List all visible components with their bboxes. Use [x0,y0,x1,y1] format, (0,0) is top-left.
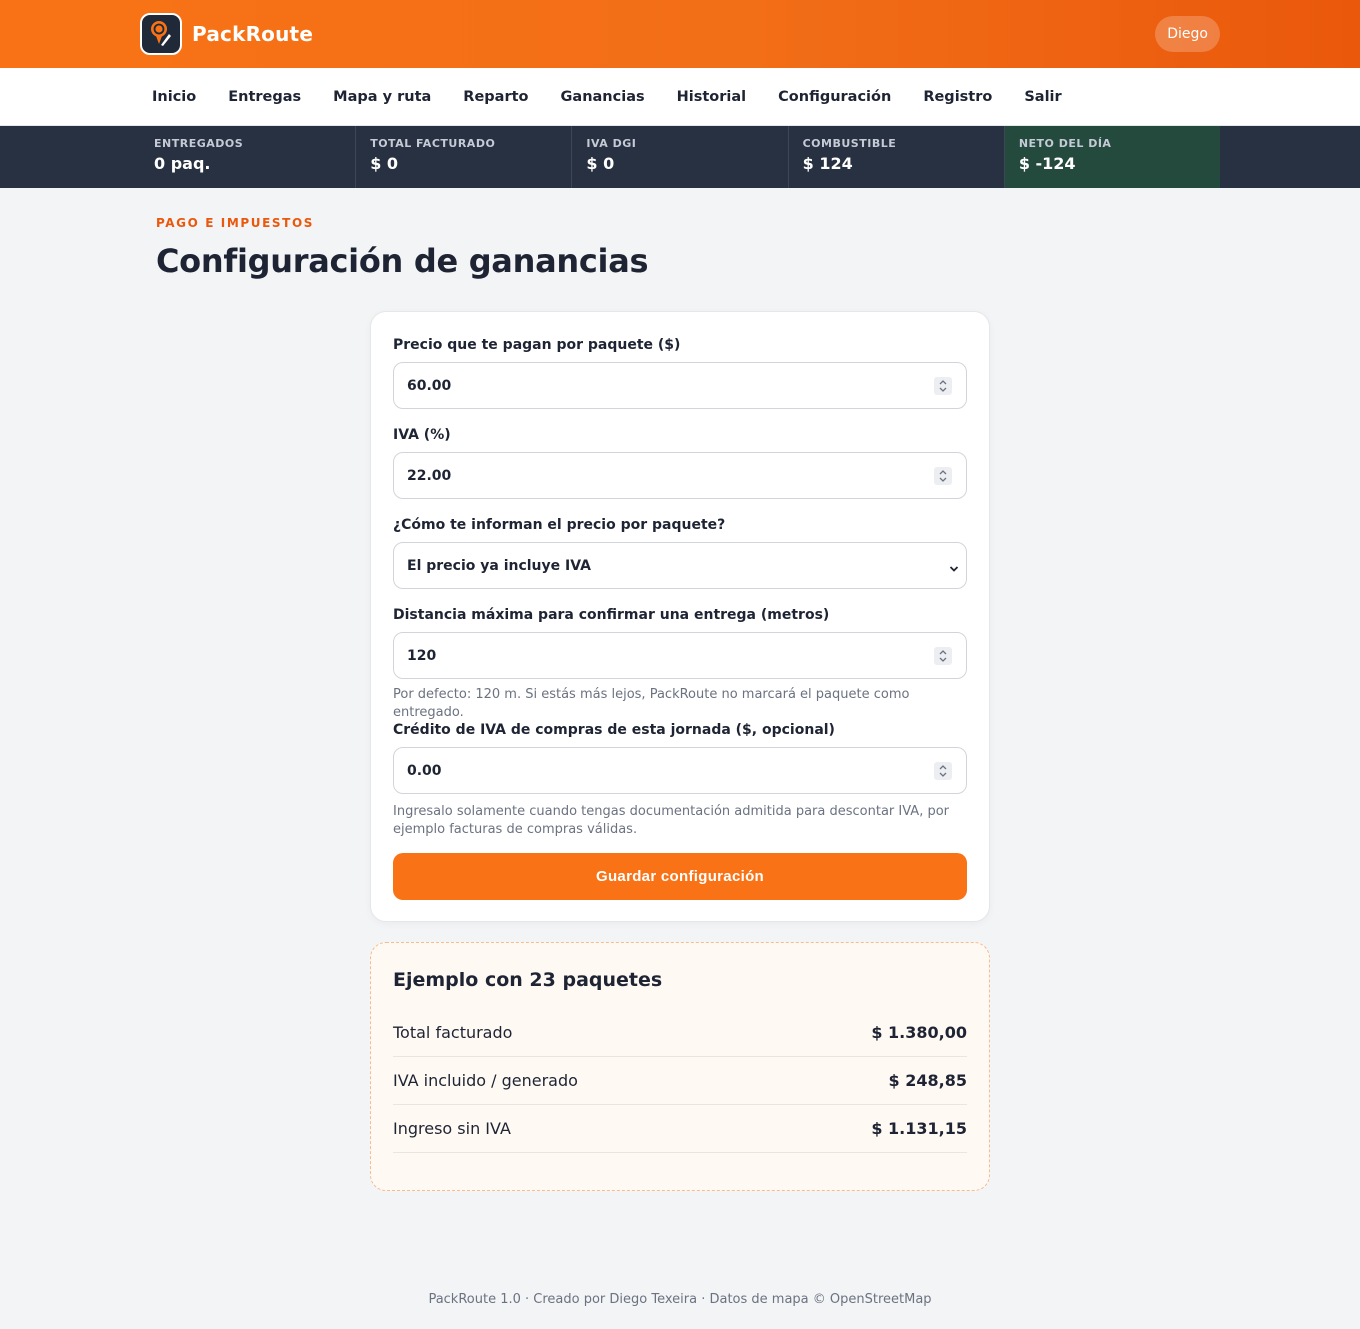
stat-label: IVA DGI [586,137,637,150]
nav-item-salir[interactable]: Salir [1024,89,1061,105]
page-eyebrow: PAGO E IMPUESTOS [156,216,314,230]
stat-value: $ -124 [1018,154,1076,173]
top-header: PackRoute Diego [0,0,1360,68]
nav-item-entregas[interactable]: Entregas [228,89,301,105]
credit-hint: Ingresalo solamente cuando tengas docume… [393,804,950,837]
number-spinner-icon[interactable] [934,762,952,780]
distance-input[interactable]: 120 [393,632,967,679]
distance-label: Distancia máxima para confirmar una entr… [393,607,830,623]
example-row-label: Total facturado [393,1023,513,1042]
example-row-value: $ 248,85 [888,1071,967,1090]
stat-label: TOTAL FACTURADO [370,137,496,150]
stats-bar: ENTREGADOS 0 paq. TOTAL FACTURADO $ 0 IV… [0,126,1360,188]
price-mode-label: ¿Cómo te informan el precio por paquete? [393,517,726,533]
nav-item-registro[interactable]: Registro [923,89,992,105]
stat-value: $ 0 [586,154,615,173]
distance-value: 120 [407,647,437,664]
example-row-total-facturado: Total facturado $ 1.380,00 [393,1009,967,1057]
brand[interactable]: PackRoute [140,13,313,55]
stat-combustible: COMBUSTIBLE $ 124 [789,126,1005,188]
price-label: Precio que te pagan por paquete ($) [393,337,681,353]
stat-neto-del-dia: NETO DEL DÍA $ -124 [1004,126,1221,188]
credit-input[interactable]: 0.00 [393,747,967,794]
example-row-label: IVA incluido / generado [393,1071,578,1090]
example-row-value: $ 1.131,15 [871,1119,967,1138]
stat-entregados: ENTREGADOS 0 paq. [140,126,357,188]
credit-label: Crédito de IVA de compras de esta jornad… [393,722,835,738]
iva-value: 22.00 [407,467,452,484]
settings-form-card: Precio que te pagan por paquete ($) 60.0… [370,311,990,922]
stat-iva-dgi: IVA DGI $ 0 [572,126,789,188]
iva-input[interactable]: 22.00 [393,452,967,499]
nav-item-configuracion[interactable]: Configuración [778,89,891,105]
iva-label: IVA (%) [393,427,451,443]
footer-credits: PackRoute 1.0 · Creado por Diego Texeira… [428,1292,932,1307]
stat-label: COMBUSTIBLE [802,137,897,150]
user-menu-button[interactable]: Diego [1155,16,1220,52]
page-title: Configuración de ganancias [156,242,649,280]
stat-value: $ 0 [370,154,399,173]
credit-value: 0.00 [407,762,442,779]
nav-item-mapa-y-ruta[interactable]: Mapa y ruta [333,89,431,105]
number-spinner-icon[interactable] [934,377,952,395]
example-row-label: Ingreso sin IVA [393,1119,511,1138]
stat-value: $ 124 [802,154,853,173]
stat-label: ENTREGADOS [154,137,244,150]
save-settings-button[interactable]: Guardar configuración [393,853,967,900]
price-mode-value: El precio ya incluye IVA [407,557,591,574]
number-spinner-icon[interactable] [934,467,952,485]
chevron-down-icon [948,560,960,579]
nav-item-ganancias[interactable]: Ganancias [561,89,645,105]
example-row-iva: IVA incluido / generado $ 248,85 [393,1057,967,1105]
number-spinner-icon[interactable] [934,647,952,665]
nav-item-historial[interactable]: Historial [677,89,747,105]
price-value: 60.00 [407,377,452,394]
packroute-logo-icon [140,13,182,55]
nav-item-reparto[interactable]: Reparto [463,89,528,105]
stat-total-facturado: TOTAL FACTURADO $ 0 [356,126,573,188]
distance-hint: Por defecto: 120 m. Si estás más lejos, … [393,687,910,720]
example-summary-card: Ejemplo con 23 paquetes Total facturado … [370,942,990,1191]
price-mode-select[interactable]: El precio ya incluye IVA [393,542,967,589]
price-input[interactable]: 60.00 [393,362,967,409]
main-nav: Inicio Entregas Mapa y ruta Reparto Gana… [0,68,1360,126]
brand-name: PackRoute [192,22,314,46]
nav-item-inicio[interactable]: Inicio [152,89,196,105]
stat-value: 0 paq. [154,154,211,173]
example-title: Ejemplo con 23 paquetes [393,969,663,991]
example-row-value: $ 1.380,00 [871,1023,967,1042]
example-row-ingreso-sin-iva: Ingreso sin IVA $ 1.131,15 [393,1105,967,1153]
stat-label: NETO DEL DÍA [1018,137,1112,150]
